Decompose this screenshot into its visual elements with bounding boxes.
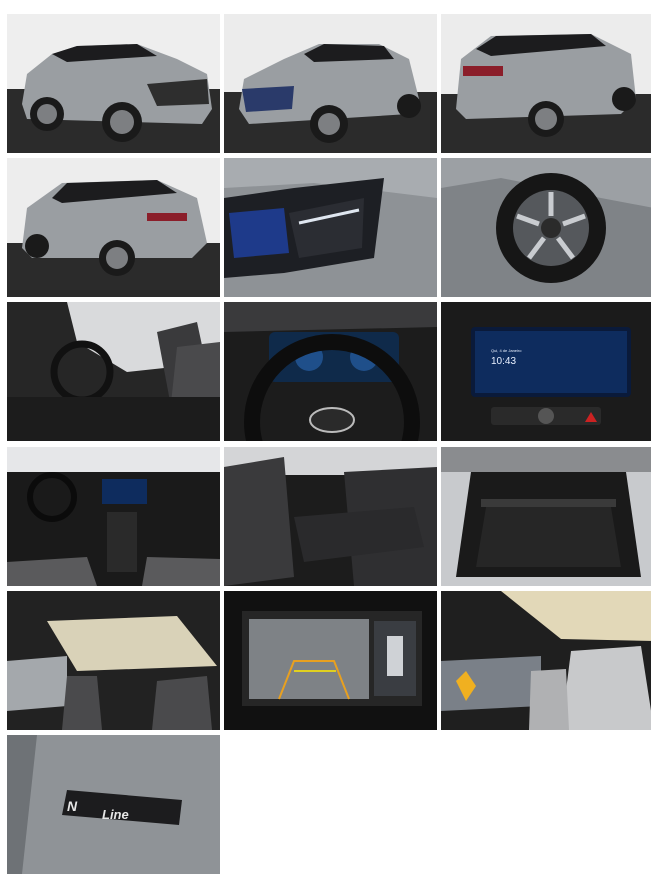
photo-steering-wheel-cluster[interactable] <box>224 302 437 441</box>
screen-clock: 10:43 <box>491 356 516 367</box>
photo-sunroof-rear-seat[interactable] <box>441 591 651 730</box>
photo-trunk-cargo[interactable] <box>441 447 651 586</box>
screen-date: Qui, 4 de Janeiro <box>491 348 522 353</box>
photo-dashboard-overview[interactable] <box>7 447 220 586</box>
photo-gallery: 10:43 Qui, 4 de Janeiro N Line <box>0 0 651 874</box>
photo-exterior-rear-left-wide[interactable] <box>7 158 220 297</box>
photo-front-cabin-seats[interactable] <box>7 302 220 441</box>
badge-letter: N <box>67 798 78 814</box>
photo-panoramic-sunroof[interactable] <box>7 591 220 730</box>
photo-n-line-badge[interactable]: N Line <box>7 735 220 874</box>
photo-infotainment-screen[interactable]: 10:43 Qui, 4 de Janeiro <box>441 302 651 441</box>
photo-rear-camera-display[interactable] <box>224 591 437 730</box>
photo-exterior-rear-left[interactable] <box>441 14 651 153</box>
photo-headlight-closeup[interactable] <box>224 158 437 297</box>
photo-exterior-front-right[interactable] <box>224 14 437 153</box>
photo-wheel-closeup[interactable] <box>441 158 651 297</box>
photo-rear-seats[interactable] <box>224 447 437 586</box>
photo-exterior-front-left[interactable] <box>7 14 220 153</box>
badge-word: Line <box>102 807 129 822</box>
